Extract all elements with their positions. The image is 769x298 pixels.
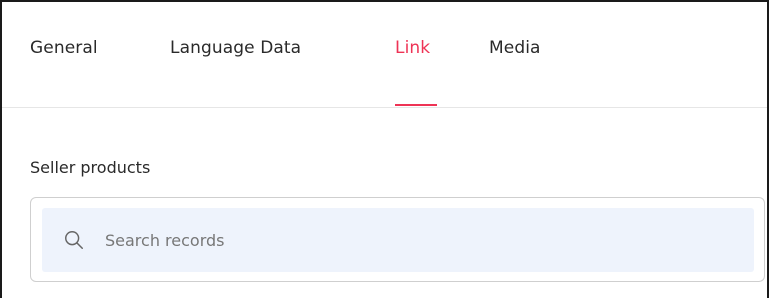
tab-link[interactable]: Link [395, 38, 430, 58]
tab-language-data[interactable]: Language Data [170, 38, 301, 58]
seller-products-search-box [30, 197, 765, 282]
link-editor-panel: General Language Data Link Media Seller … [0, 0, 769, 298]
search-icon [65, 231, 83, 249]
tab-general[interactable]: General [30, 38, 98, 58]
search-input[interactable] [105, 225, 705, 255]
active-tab-indicator [395, 104, 437, 106]
seller-products-label: Seller products [30, 158, 151, 177]
tab-bar: General Language Data Link Media [2, 2, 767, 108]
search-field-container[interactable] [42, 208, 754, 272]
tab-media[interactable]: Media [489, 38, 541, 58]
